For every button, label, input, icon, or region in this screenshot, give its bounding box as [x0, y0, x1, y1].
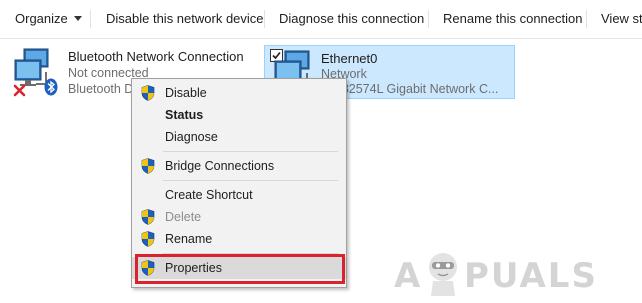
appuals-watermark: A PUALS: [394, 246, 642, 302]
menu-item-label: Status: [165, 108, 204, 122]
organize-label: Organize: [15, 11, 68, 26]
uac-shield-icon: [141, 158, 155, 177]
chevron-down-icon: [73, 16, 82, 21]
menu-item-create-shortcut[interactable]: Create Shortcut: [132, 184, 346, 206]
watermark-letter-a: A: [394, 256, 423, 296]
toolbar-separator: [428, 10, 429, 28]
watermark-mascot-icon: [424, 250, 462, 301]
command-bar: Organize Disable this network device Dia…: [0, 0, 642, 39]
toolbar-separator: [586, 10, 587, 28]
menu-item-label: Create Shortcut: [165, 188, 253, 202]
connection-name: Ethernet0: [321, 51, 378, 66]
connection-name: Bluetooth Network Connection: [68, 49, 244, 64]
menu-separator: [163, 180, 338, 181]
menu-item-bridge-connections[interactable]: Bridge Connections: [132, 155, 346, 177]
uac-shield-icon: [141, 209, 155, 228]
uac-shield-icon: [141, 85, 155, 104]
toolbar-separator: [90, 10, 91, 28]
menu-item-label: Delete: [165, 210, 202, 224]
uac-shield-icon: [141, 231, 155, 250]
menu-item-delete: Delete: [132, 206, 346, 228]
view-status-button[interactable]: View st: [601, 11, 642, 26]
toolbar-separator: [264, 10, 265, 28]
menu-item-rename[interactable]: Rename: [132, 228, 346, 250]
organize-button[interactable]: Organize: [15, 11, 82, 26]
menu-item-diagnose[interactable]: Diagnose: [132, 126, 346, 148]
menu-item-label: Diagnose: [165, 130, 218, 144]
menu-separator: [163, 151, 338, 152]
menu-item-label: Rename: [165, 232, 213, 246]
menu-item-status[interactable]: Status: [132, 104, 346, 126]
highlight-annotation-box: [135, 254, 345, 284]
disable-device-button[interactable]: Disable this network device: [106, 11, 264, 26]
bluetooth-icon: [44, 78, 58, 99]
menu-item-label: Bridge Connections: [165, 159, 275, 173]
connection-device: Bluetooth Device: [68, 82, 134, 96]
rename-connection-button[interactable]: Rename this connection: [443, 11, 582, 26]
menu-item-label: Disable: [165, 86, 207, 100]
watermark-text: PUALS: [464, 256, 598, 296]
diagnose-connection-button[interactable]: Diagnose this connection: [279, 11, 424, 26]
menu-item-disable[interactable]: Disable: [132, 82, 346, 104]
context-menu: Disable Status Diagnose Bridge Connectio…: [131, 78, 347, 288]
connection-device: (R) 82574L Gigabit Network C...: [321, 82, 499, 96]
